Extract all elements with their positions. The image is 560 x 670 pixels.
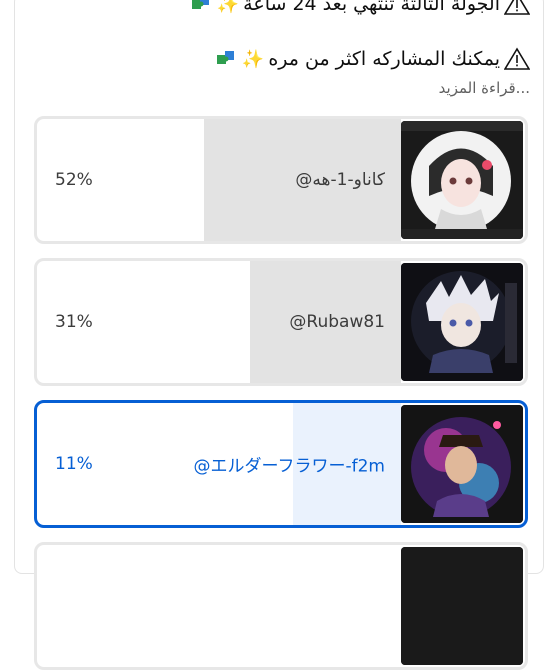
puzzle-icon xyxy=(191,0,213,14)
poll-option-1-thumbnail xyxy=(401,121,523,239)
poll-option-3-thumbnail xyxy=(401,405,523,523)
poll-option-3-handle: @エルダーフラワー-f2m xyxy=(193,456,385,477)
poll-option-2-percent: 31% xyxy=(55,312,93,332)
warning-icon xyxy=(504,0,530,16)
sparkles-icon: ✨ xyxy=(216,0,240,15)
post-text-line-1-label: الجولة الثالثة تنتهي بعد 24 ساعة xyxy=(243,0,500,15)
poll-option-1-handle: @كاناو-1-هه xyxy=(295,170,385,190)
warning-icon xyxy=(504,47,530,71)
poll-option-1-percent: 52% xyxy=(55,170,93,190)
poll-option-3[interactable]: 11% @エルダーフラワー-f2m xyxy=(34,400,528,528)
poll-option-2-thumbnail xyxy=(401,263,523,381)
poll-option-2[interactable]: 31% @Rubaw81 xyxy=(34,258,528,386)
poll-option-4[interactable] xyxy=(34,542,528,670)
post-text-line-2-label: يمكنك المشاركه اكثر من مره xyxy=(268,48,500,70)
poll-option-2-handle: @Rubaw81 xyxy=(289,312,385,332)
sparkles-icon: ✨ xyxy=(241,48,265,70)
poll-option-4-thumbnail xyxy=(401,547,523,665)
post-text-line-1: الجولة الثالثة تنتهي بعد 24 ساعة ✨ xyxy=(191,0,530,16)
post-text-line-2: يمكنك المشاركه اكثر من مره ✨ xyxy=(216,47,530,71)
puzzle-icon xyxy=(216,49,238,69)
read-more-link[interactable]: ...قراءة المزيد xyxy=(439,79,530,97)
poll-option-1[interactable]: 52% @كاناو-1-هه xyxy=(34,116,528,244)
poll-option-3-percent: 11% xyxy=(55,454,93,474)
